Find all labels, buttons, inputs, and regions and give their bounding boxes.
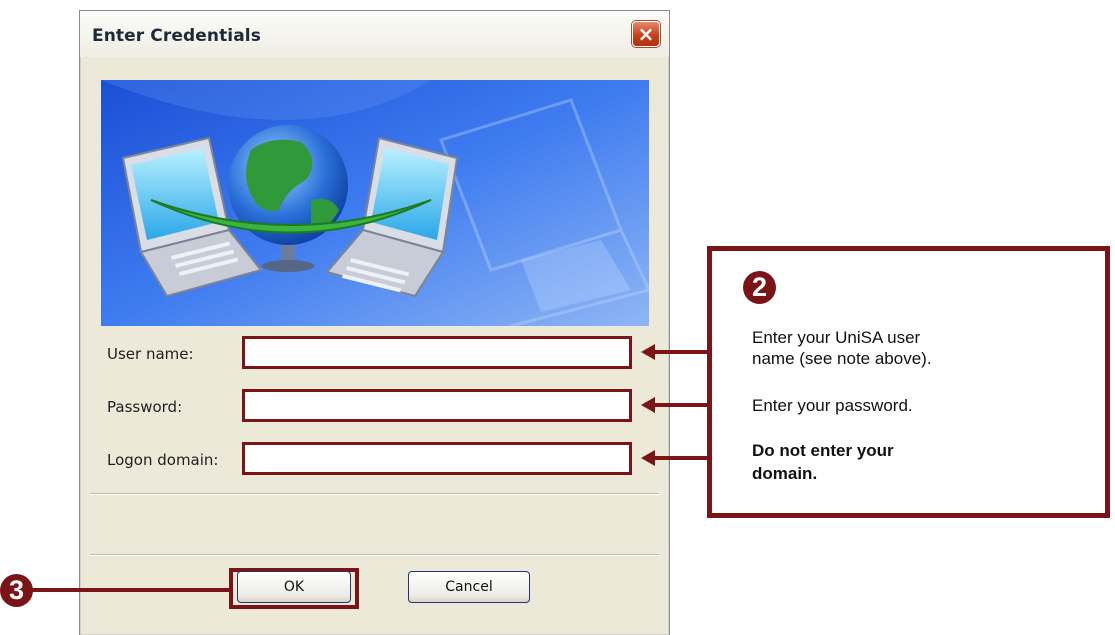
note-username-line2: name (see note above).	[752, 349, 932, 368]
username-label: User name:	[107, 345, 194, 363]
separator-top	[90, 493, 659, 495]
username-input[interactable]	[242, 336, 632, 369]
step-2-badge: 2	[743, 271, 776, 304]
arrow-username-head	[641, 344, 655, 360]
arrow-domain-head	[641, 450, 655, 466]
note-domain-line2: domain.	[752, 464, 818, 483]
dialog-title: Enter Credentials	[92, 26, 261, 46]
password-label: Password:	[107, 398, 183, 416]
title-bar: Enter Credentials ×	[80, 11, 669, 57]
domain-label: Logon domain:	[107, 451, 219, 469]
step-3-badge: 3	[0, 574, 33, 607]
cancel-button[interactable]: Cancel	[408, 571, 530, 603]
instruction-callout: 2 Enter your UniSA user name (see note a…	[707, 246, 1110, 518]
close-icon: ×	[637, 22, 655, 46]
separator-bottom	[90, 554, 659, 556]
arrow-domain-line	[654, 456, 708, 460]
domain-input[interactable]	[242, 442, 632, 475]
note-username-line1: Enter your UniSA user	[752, 328, 921, 347]
step-3-connector	[30, 588, 230, 592]
close-button[interactable]: ×	[632, 21, 660, 47]
arrow-username-line	[654, 350, 708, 354]
ok-button[interactable]: OK	[237, 571, 351, 603]
network-banner-image	[101, 80, 649, 326]
password-input[interactable]	[242, 389, 632, 422]
note-domain-line1: Do not enter your	[752, 441, 894, 460]
arrow-password-head	[641, 397, 655, 413]
arrow-password-line	[654, 403, 708, 407]
note-password: Enter your password.	[752, 396, 913, 415]
credentials-dialog: Enter Credentials × User name: Password:…	[79, 10, 670, 635]
